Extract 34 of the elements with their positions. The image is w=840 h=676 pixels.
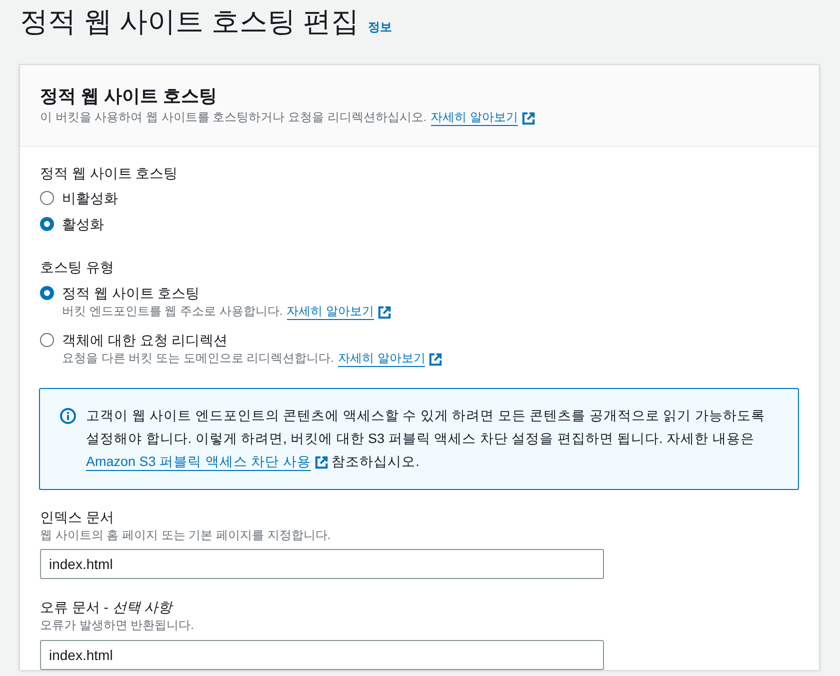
page-title: 정적 웹 사이트 호스팅 편집	[20, 5, 360, 39]
external-link-icon	[378, 306, 392, 318]
group-label: 정적 웹 사이트 호스팅	[40, 164, 178, 183]
external-link-icon	[429, 352, 442, 366]
panel-title: 정적 웹 사이트 호스팅	[40, 85, 218, 108]
panel-description: 이 버킷을 사용하여 웹 사이트를 호스팅하거나 요청을 리디렉션하십시오. 자세히 알아보기	[40, 108, 536, 126]
input-value: index.html	[49, 646, 113, 664]
field-label: 오류 문서 - 선택 사항	[40, 598, 172, 617]
field-label: 인덱스 문서	[40, 508, 114, 527]
radio-label: 정적 웹 사이트 호스팅	[62, 284, 200, 303]
radio-unselected[interactable]	[40, 191, 54, 205]
field-description: 오류가 발생하면 반환됩니다.	[40, 617, 194, 633]
block-public-access-link[interactable]: Amazon S3 퍼블릭 액세스 차단 사용	[86, 453, 328, 471]
radio-label: 비활성화	[62, 188, 118, 208]
info-link[interactable]: 정보	[368, 18, 392, 36]
learn-more-link[interactable]: 자세히 알아보기	[338, 351, 442, 367]
learn-more-link[interactable]: 자세히 알아보기	[286, 304, 392, 320]
field-description: 웹 사이트의 홈 페이지 또는 기본 페이지를 지정합니다.	[40, 527, 331, 543]
info-alert-text: 고객이 웹 사이트 엔드포인트의 콘텐츠에 액세스할 수 있게 하려면 모든 콘텐츠를 공개적으로 읽기 가능하도록 설정해야 합니다. 이렇게 하려면, 버킷에 대한 S3 퍼블릭 액세스 차단 설정을 편집하면 됩니다. 자세한 내용은 Amazon S3 퍼블릭 액세스 차단 사용 참조하십시오.	[86, 407, 766, 473]
external-link-icon	[314, 456, 328, 468]
group-label: 호스팅 유형	[40, 258, 114, 277]
radio-selected[interactable]	[40, 217, 54, 231]
radio-label: 활성화	[62, 214, 104, 234]
radio-description: 버킷 엔드포인트를 웹 주소로 사용합니다. 자세히 알아보기	[62, 303, 392, 320]
radio-label: 객체에 대한 요청 리디렉션	[62, 331, 228, 350]
input-value: index.html	[49, 554, 113, 574]
radio-description: 요청을 다른 버킷 또는 도메인으로 리디렉션합니다. 자세히 알아보기	[62, 350, 442, 367]
text-input-field[interactable]: index.html	[40, 640, 604, 670]
text-input-field[interactable]: index.html	[40, 549, 604, 579]
radio-selected[interactable]	[40, 286, 54, 300]
external-link-icon	[522, 112, 536, 124]
learn-more-link[interactable]: 자세히 알아보기	[430, 110, 536, 126]
info-icon	[60, 408, 76, 424]
radio-unselected[interactable]	[40, 333, 54, 347]
